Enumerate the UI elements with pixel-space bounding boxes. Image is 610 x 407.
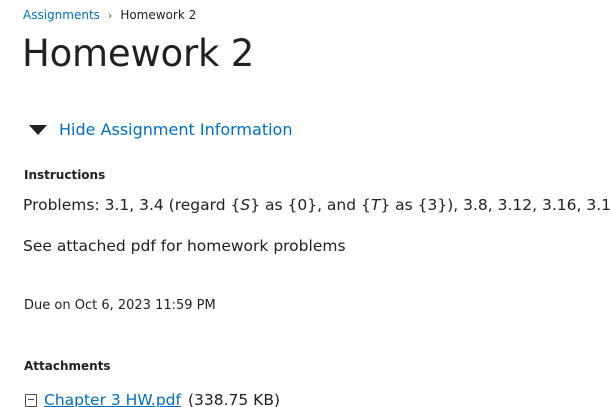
due-date: Due on Oct 6, 2023 11:59 PM bbox=[24, 298, 216, 313]
breadcrumb-chevron-icon: › bbox=[107, 8, 113, 22]
triangle-down-icon bbox=[29, 124, 47, 135]
instructions-heading: Instructions bbox=[24, 168, 106, 182]
problems-text-t: T bbox=[370, 196, 381, 214]
breadcrumb-assignments-link[interactable]: Assignments bbox=[23, 8, 100, 22]
attachment-link[interactable]: Chapter 3 HW.pdf bbox=[44, 391, 181, 407]
instructions-note: See attached pdf for homework problems bbox=[23, 237, 346, 255]
attachment-item: Chapter 3 HW.pdf (338.75 KB) bbox=[25, 391, 280, 407]
instructions-problems: Problems: 3.1, 3.4 (regard {S} as {0}, a… bbox=[23, 196, 610, 214]
problems-text-s: S bbox=[240, 196, 251, 214]
attachment-size: (338.75 KB) bbox=[187, 391, 281, 407]
file-icon bbox=[25, 393, 37, 407]
hide-assignment-info-toggle[interactable]: Hide Assignment Information bbox=[29, 120, 292, 139]
problems-text-mid: } as {0}, and { bbox=[250, 196, 371, 214]
breadcrumb-current: Homework 2 bbox=[120, 8, 197, 22]
problems-text-suffix: } as {3}), 3.8, 3.12, 3.16, 3.17 bbox=[380, 196, 610, 214]
breadcrumb: Assignments › Homework 2 bbox=[23, 8, 196, 22]
assignment-page: Assignments › Homework 2 Homework 2 Hide… bbox=[0, 0, 610, 407]
page-title: Homework 2 bbox=[22, 32, 255, 75]
hide-assignment-info-label: Hide Assignment Information bbox=[59, 120, 293, 139]
problems-text-prefix: Problems: 3.1, 3.4 (regard { bbox=[23, 196, 241, 214]
attachments-heading: Attachments bbox=[24, 359, 111, 373]
